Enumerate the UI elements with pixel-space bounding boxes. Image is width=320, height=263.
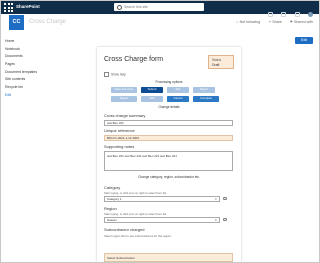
- notifications-icon[interactable]: [267, 12, 273, 17]
- edit-button[interactable]: Edit: [167, 87, 189, 93]
- suite-bar: SharePoint Search this site: [1, 1, 319, 17]
- close-icon[interactable]: ✕: [214, 197, 217, 202]
- nav-item-recycle-bin[interactable]: Recycle bin: [5, 84, 55, 92]
- complete-button[interactable]: Complete: [193, 96, 219, 102]
- subcontractor-label: Subcontractor charged: [104, 227, 145, 232]
- show-help-checkbox[interactable]: Show help: [104, 72, 126, 77]
- help-icon[interactable]: [294, 12, 300, 17]
- region-help: Start typing, or click icon on right to …: [104, 212, 167, 216]
- site-logo[interactable]: CC: [9, 15, 24, 30]
- save-and-close-button[interactable]: Save and close: [111, 87, 137, 93]
- supporting-notes-label: Supporting notes: [104, 144, 135, 149]
- follow-button[interactable]: Not following: [235, 20, 260, 24]
- site-title[interactable]: Cross Charge: [29, 19, 66, 25]
- category-help: Start typing, or click icon on right to …: [104, 191, 167, 195]
- status-label: Status: [212, 58, 222, 62]
- nav-item-home[interactable]: Home: [5, 38, 55, 46]
- close-icon[interactable]: ✕: [214, 218, 217, 223]
- nav-item-document-templates[interactable]: Document templates: [5, 69, 55, 77]
- cancel-button[interactable]: Cancel: [167, 96, 189, 102]
- supporting-notes-textarea[interactable]: test Ben 221 test Ben 221 test Ben 221 t…: [104, 151, 233, 171]
- change-category-section-title: Change category, region, subcontractor e…: [138, 175, 200, 179]
- shared-with-button[interactable]: Shared with: [290, 20, 313, 24]
- unique-reference-field: BM-CC-2021-1-11-3003: [104, 135, 233, 141]
- share-button[interactable]: Share: [268, 20, 282, 24]
- lookup-link-icon[interactable]: [223, 218, 227, 221]
- edit-button-secondary[interactable]: Edit: [141, 96, 163, 102]
- browser-frame: SharePoint Search this site CC Cross Cha…: [0, 0, 320, 263]
- processing-options-title: Processing options: [155, 80, 183, 84]
- settings-icon[interactable]: [281, 12, 287, 17]
- reject-button-secondary[interactable]: Reject: [111, 96, 137, 102]
- category-label: Category: [104, 185, 121, 190]
- form-title: Cross Charge form: [104, 56, 164, 63]
- search-input[interactable]: Search this site: [124, 5, 148, 9]
- sharepoint-brand[interactable]: SharePoint: [16, 4, 40, 9]
- summary-label: Cross charge summary: [104, 113, 146, 118]
- region-select[interactable]: Sussex ✕: [104, 217, 220, 223]
- search-icon: [117, 4, 122, 10]
- summary-input[interactable]: test Ben 221: [104, 120, 233, 126]
- search-box[interactable]: Search this site: [114, 3, 204, 11]
- submit-button[interactable]: Submit: [141, 87, 163, 93]
- nav-item-pages[interactable]: Pages: [5, 61, 55, 69]
- nav-edit-link[interactable]: Edit: [5, 92, 55, 100]
- avatar[interactable]: [308, 12, 313, 17]
- app-launcher-icon[interactable]: [4, 3, 13, 12]
- status-badge: Status Draft: [208, 55, 234, 69]
- lookup-link-icon[interactable]: [223, 197, 227, 200]
- region-label: Region: [104, 206, 117, 211]
- header-actions: Not following Share Shared with: [228, 20, 313, 24]
- region-value: Sussex: [107, 218, 117, 222]
- nav-item-documents[interactable]: Documents: [5, 53, 55, 61]
- cross-charge-form: Cross Charge form Status Draft Show help…: [97, 47, 241, 262]
- subcontractor-select[interactable]: Select Subcontractor: [104, 253, 233, 262]
- nav-item-site-contents[interactable]: Site contents: [5, 76, 55, 84]
- status-value: Draft: [212, 63, 220, 67]
- left-nav: Home Notebook Documents Pages Document t…: [5, 38, 55, 100]
- subcontractor-help: Select region first to see subcontractor…: [104, 234, 172, 238]
- edit-page-button[interactable]: Edit: [295, 37, 313, 44]
- unique-reference-label: Unique reference: [104, 128, 135, 133]
- nav-item-notebook[interactable]: Notebook: [5, 46, 55, 54]
- category-select[interactable]: Category 1 ✕: [104, 196, 220, 202]
- reject-button[interactable]: Reject: [193, 87, 215, 93]
- category-value: Category 1: [107, 197, 122, 201]
- change-details-title: Change details: [158, 105, 180, 109]
